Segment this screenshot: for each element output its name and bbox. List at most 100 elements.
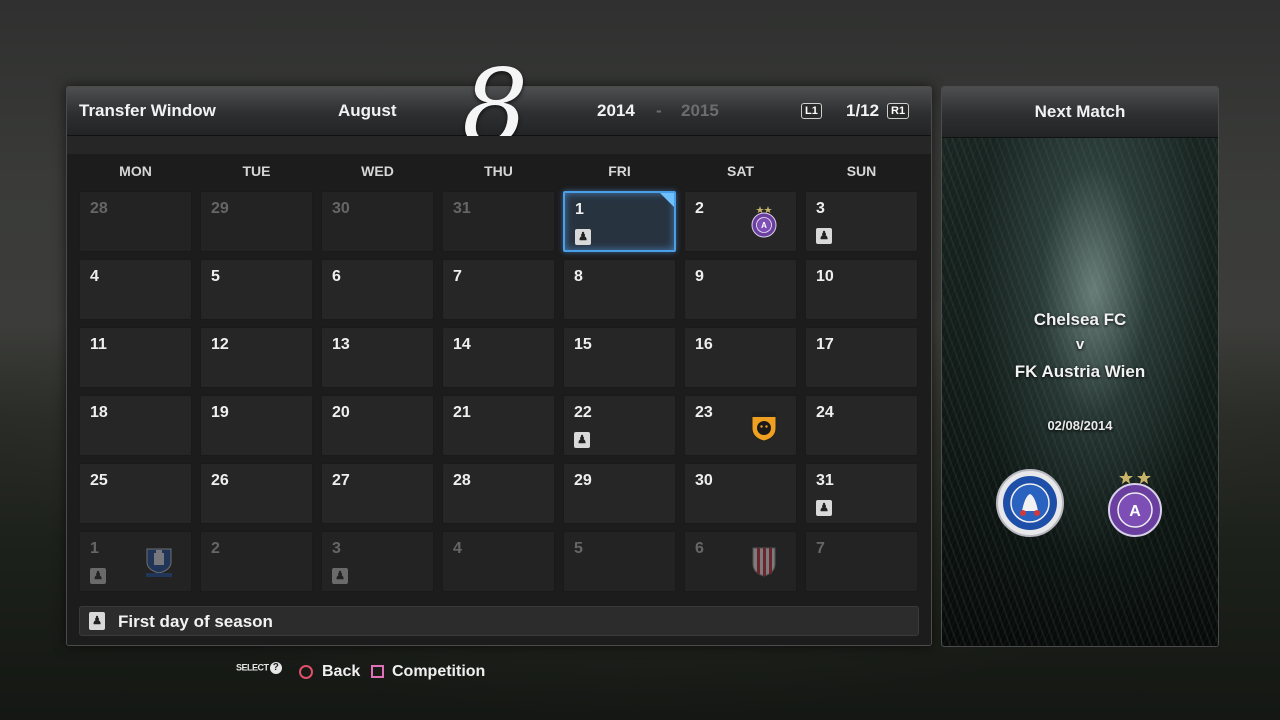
day-number: 24 <box>816 404 834 421</box>
day-number: 14 <box>453 336 471 353</box>
calendar-day[interactable]: 16 <box>684 327 797 388</box>
month-page-indicator: 1/12 <box>846 101 880 120</box>
calendar-day[interactable]: 28 <box>442 463 555 524</box>
day-number: 26 <box>211 472 229 489</box>
event-marker-icon: ♟ <box>816 228 832 244</box>
day-number: 31 <box>816 472 834 489</box>
austria-wien-crest: A <box>1108 471 1162 537</box>
day-number: 10 <box>816 268 834 285</box>
calendar-day[interactable]: 31 ♟ <box>805 463 918 524</box>
next-match-panel: Next Match Chelsea FC v FK Austria Wien … <box>941 86 1219 647</box>
hull-city-crest <box>748 410 780 442</box>
day-number: 30 <box>695 472 713 489</box>
calendar-day[interactable]: 9 <box>684 259 797 320</box>
calendar-day[interactable]: 7 <box>442 259 555 320</box>
calendar-day[interactable]: 24 <box>805 395 918 456</box>
home-team-name: Chelsea FC <box>1033 310 1127 329</box>
calendar-day-selected[interactable]: 1 ♟ <box>563 191 676 252</box>
season-start-year: 2014 <box>597 101 635 120</box>
day-number: 25 <box>90 472 108 489</box>
calendar-day[interactable]: 29 <box>563 463 676 524</box>
day-number: 12 <box>211 336 229 353</box>
info-bar: ♟ First day of season <box>79 606 919 636</box>
calendar-day[interactable]: 13 <box>321 327 434 388</box>
calendar-day[interactable]: 25 <box>79 463 192 524</box>
everton-crest <box>143 546 175 578</box>
calendar-day[interactable]: 8 <box>563 259 676 320</box>
calendar-day[interactable]: 18 <box>79 395 192 456</box>
day-number: 23 <box>695 404 713 421</box>
day-number: 28 <box>453 472 471 489</box>
calendar-day[interactable]: 1 ♟ <box>79 531 192 592</box>
weekday-header: SAT <box>727 163 754 179</box>
select-help-button[interactable]: SELECT? <box>236 662 282 674</box>
calendar-day[interactable]: 4 <box>442 531 555 592</box>
calendar-day[interactable]: 12 <box>200 327 313 388</box>
day-number: 1 <box>575 201 584 218</box>
calendar-day[interactable]: 5 <box>200 259 313 320</box>
day-number: 28 <box>90 200 108 217</box>
event-marker-icon: ♟ <box>574 432 590 448</box>
event-marker-icon: ♟ <box>575 229 591 245</box>
weekday-header: THU <box>484 163 513 179</box>
calendar-day[interactable]: 22 ♟ <box>563 395 676 456</box>
day-number: 5 <box>574 540 583 557</box>
day-number: 31 <box>453 200 471 217</box>
calendar-day[interactable]: 3 ♟ <box>321 531 434 592</box>
weekday-header: SUN <box>846 163 877 179</box>
day-number: 2 <box>695 200 704 217</box>
calendar-day[interactable]: 17 <box>805 327 918 388</box>
info-text: First day of season <box>118 612 273 631</box>
panel-title: Transfer Window <box>79 101 216 120</box>
calendar-day[interactable]: 27 <box>321 463 434 524</box>
circle-button-icon <box>299 665 313 679</box>
day-number: 29 <box>574 472 592 489</box>
calendar-day[interactable]: 21 <box>442 395 555 456</box>
event-marker-icon: ♟ <box>816 500 832 516</box>
l1-button-icon[interactable]: L1 <box>801 103 822 119</box>
calendar-day[interactable]: 5 <box>563 531 676 592</box>
day-number: 15 <box>574 336 592 353</box>
calendar-day[interactable]: 15 <box>563 327 676 388</box>
calendar-day[interactable]: 2 <box>200 531 313 592</box>
help-icon: ? <box>269 662 282 674</box>
calendar-day[interactable]: 26 <box>200 463 313 524</box>
calendar-day[interactable]: 30 <box>321 191 434 252</box>
day-number: 5 <box>211 268 220 285</box>
calendar-day[interactable]: 20 <box>321 395 434 456</box>
day-number: 27 <box>332 472 350 489</box>
r1-button-icon[interactable]: R1 <box>887 103 910 119</box>
day-number: 3 <box>816 200 825 217</box>
selection-corner-marker <box>660 193 674 207</box>
day-number: 16 <box>695 336 713 353</box>
day-number: 19 <box>211 404 229 421</box>
calendar-day[interactable]: 7 <box>805 531 918 592</box>
back-button[interactable]: Back <box>322 663 360 681</box>
weekday-header: FRI <box>608 163 631 179</box>
day-number: 8 <box>574 268 583 285</box>
calendar-day[interactable]: 28 <box>79 191 192 252</box>
day-number: 1 <box>90 540 99 557</box>
calendar-day[interactable]: 6 <box>684 531 797 592</box>
day-number: 21 <box>453 404 471 421</box>
calendar-day[interactable]: 29 <box>200 191 313 252</box>
competition-button[interactable]: Competition <box>392 663 485 681</box>
day-number: 13 <box>332 336 350 353</box>
calendar-day[interactable]: 14 <box>442 327 555 388</box>
calendar-panel: Transfer Window August 2014 - 2015 L1 1/… <box>66 55 932 646</box>
day-number: 3 <box>332 540 341 557</box>
calendar-day[interactable]: 30 <box>684 463 797 524</box>
day-number: 4 <box>90 268 99 285</box>
calendar-day[interactable]: 31 <box>442 191 555 252</box>
calendar-day[interactable]: 2A <box>684 191 797 252</box>
calendar-day[interactable]: 19 <box>200 395 313 456</box>
event-marker-icon: ♟ <box>90 568 106 584</box>
calendar-day[interactable]: 6 <box>321 259 434 320</box>
calendar-day[interactable]: 4 <box>79 259 192 320</box>
day-number: 6 <box>695 540 704 557</box>
calendar-day[interactable]: 3 ♟ <box>805 191 918 252</box>
calendar-day[interactable]: 10 <box>805 259 918 320</box>
calendar-day[interactable]: 23 <box>684 395 797 456</box>
calendar-day[interactable]: 11 <box>79 327 192 388</box>
day-number: 6 <box>332 268 341 285</box>
